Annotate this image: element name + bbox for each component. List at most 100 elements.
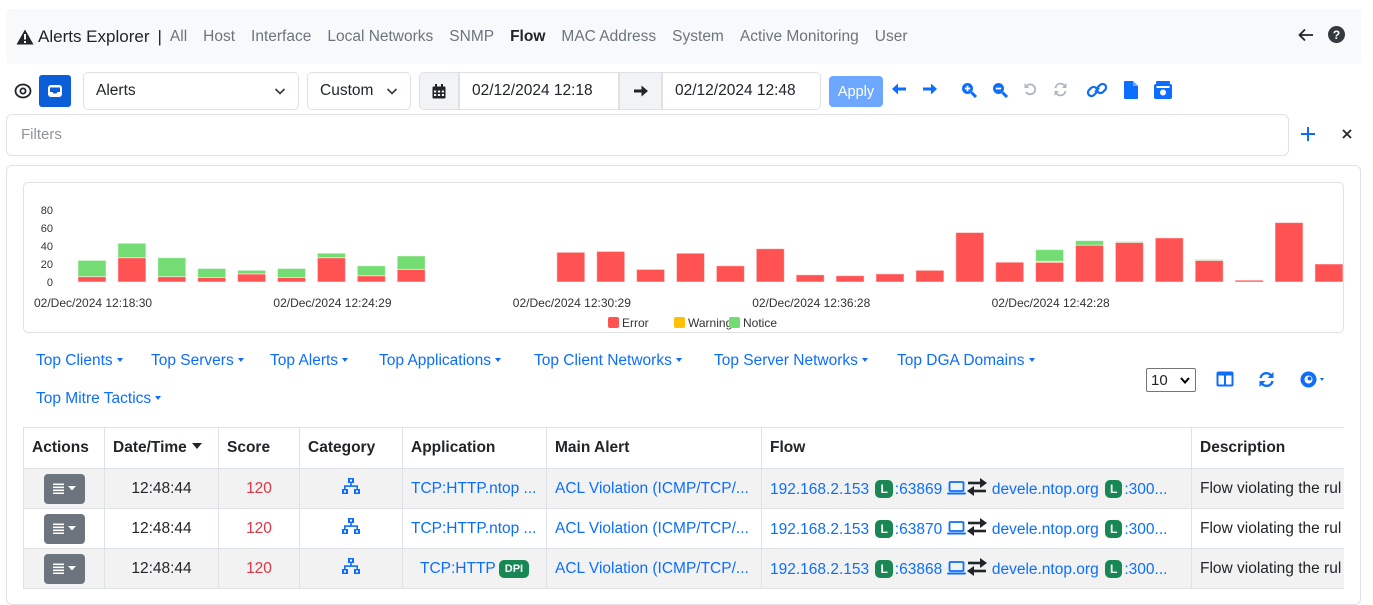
page-size-select[interactable]: 10 <box>1146 368 1196 392</box>
zoom-in-icon[interactable] <box>961 82 977 98</box>
bar-error[interactable] <box>237 273 267 283</box>
top-mitre-tactics-dropdown[interactable]: Top Mitre Tactics <box>36 390 162 408</box>
application-link[interactable]: TCP:HTTP.ntop ... <box>411 480 536 497</box>
main-alert-link[interactable]: ACL Violation (ICMP/TCP/... <box>555 480 749 497</box>
top-server-networks-dropdown[interactable]: Top Server Networks <box>714 352 868 370</box>
nav-link-active-monitoring[interactable]: Active Monitoring <box>740 28 859 46</box>
range-select[interactable]: Custom <box>307 72 411 110</box>
bar-notice[interactable] <box>1035 249 1065 262</box>
top-client-networks-dropdown[interactable]: Top Client Networks <box>534 352 682 370</box>
bar-error[interactable] <box>676 252 705 283</box>
column-header-application[interactable]: Application <box>402 427 547 469</box>
bar-error[interactable] <box>77 276 107 283</box>
bar-error[interactable] <box>1035 261 1065 283</box>
bar-error[interactable] <box>955 232 985 283</box>
date-to-input[interactable]: 02/12/2024 12:48 <box>662 72 821 110</box>
bar-error[interactable] <box>875 273 905 283</box>
bar-error[interactable] <box>1114 241 1144 283</box>
nav-link-host[interactable]: Host <box>203 28 235 46</box>
legend-item-notice[interactable]: Notice <box>729 316 777 330</box>
top-applications-dropdown[interactable]: Top Applications <box>379 352 502 370</box>
bar-error[interactable] <box>556 251 586 283</box>
network-category-icon[interactable] <box>342 558 360 574</box>
bar-error[interactable] <box>1194 259 1224 283</box>
date-from-input[interactable]: 02/12/2024 12:18 <box>459 72 619 110</box>
bar-notice[interactable] <box>277 268 306 278</box>
file-icon[interactable] <box>1124 81 1138 99</box>
bar-error[interactable] <box>795 274 825 283</box>
application-link[interactable]: TCP:HTTP.ntop ... <box>411 520 536 537</box>
nav-link-snmp[interactable]: SNMP <box>449 28 494 46</box>
flow-source-link[interactable]: 192.168.2.153 <box>770 521 869 538</box>
columns-icon[interactable] <box>1216 371 1234 387</box>
top-servers-dropdown[interactable]: Top Servers <box>151 352 244 370</box>
column-header-score[interactable]: Score <box>218 427 300 469</box>
view-select[interactable]: Alerts <box>83 72 299 110</box>
bar-notice[interactable] <box>157 257 187 278</box>
legend-item-warning[interactable]: Warning <box>674 316 732 330</box>
column-header-category[interactable]: Category <box>299 427 403 469</box>
flow-source-link[interactable]: 192.168.2.153 <box>770 561 869 578</box>
flow-source-link[interactable]: 192.168.2.153 <box>770 481 869 498</box>
flow-destination-link[interactable]: devele.ntop.org <box>992 521 1099 538</box>
legend-item-error[interactable]: Error <box>608 316 649 330</box>
arrow-right-icon[interactable] <box>922 82 938 96</box>
bar-notice[interactable] <box>237 269 267 275</box>
bar-error[interactable] <box>356 275 386 283</box>
arrow-left-icon[interactable] <box>891 82 907 96</box>
bar-error[interactable] <box>197 277 227 283</box>
filters-input[interactable]: Filters <box>6 114 1289 156</box>
nav-link-interface[interactable]: Interface <box>251 28 311 46</box>
link-icon[interactable] <box>1086 81 1108 99</box>
bar-error[interactable] <box>316 257 346 283</box>
bar-error[interactable] <box>596 250 626 283</box>
calendar-button[interactable] <box>419 72 459 110</box>
refresh-icon[interactable] <box>1053 82 1068 97</box>
application-link[interactable]: TCP:HTTP <box>420 560 496 577</box>
bar-notice[interactable] <box>356 265 386 277</box>
bar-error[interactable] <box>636 268 666 283</box>
eye-icon[interactable] <box>14 83 32 99</box>
flow-destination-port[interactable]: :300... <box>1124 521 1167 538</box>
top-alerts-dropdown[interactable]: Top Alerts <box>270 352 349 370</box>
nav-link-all[interactable]: All <box>170 28 187 46</box>
network-category-icon[interactable] <box>342 478 360 494</box>
bar-error[interactable] <box>1234 279 1264 283</box>
bar-error[interactable] <box>396 268 426 283</box>
bar-notice[interactable] <box>396 255 426 270</box>
bar-error[interactable] <box>1274 222 1304 283</box>
flow-destination-link[interactable]: devele.ntop.org <box>992 561 1099 578</box>
bar-notice[interactable] <box>1075 240 1104 246</box>
help-icon[interactable]: ? <box>1328 26 1345 43</box>
bar-notice[interactable] <box>197 268 227 278</box>
add-filter-icon[interactable] <box>1299 125 1317 143</box>
reload-icon[interactable] <box>1258 371 1275 388</box>
bar-error[interactable] <box>1154 237 1184 283</box>
back-arrow-icon[interactable] <box>1298 28 1314 42</box>
clear-filters-icon[interactable] <box>1341 128 1353 140</box>
main-alert-link[interactable]: ACL Violation (ICMP/TCP/... <box>555 560 749 577</box>
bar-error[interactable] <box>1075 244 1104 283</box>
column-header-description[interactable]: Description <box>1191 427 1344 469</box>
bar-error[interactable] <box>117 257 147 283</box>
bar-error[interactable] <box>715 265 745 283</box>
bar-error[interactable] <box>755 248 785 283</box>
inbox-button[interactable] <box>39 75 71 107</box>
bar-error[interactable] <box>835 275 865 283</box>
flow-destination-link[interactable]: devele.ntop.org <box>992 481 1099 498</box>
top-dga-domains-dropdown[interactable]: Top DGA Domains <box>897 352 1035 370</box>
bar-error[interactable] <box>277 277 306 283</box>
eye-dropdown-icon[interactable] <box>1300 371 1332 388</box>
bar-notice[interactable] <box>1194 259 1224 261</box>
bar-notice[interactable] <box>316 252 346 259</box>
nav-link-mac-address[interactable]: MAC Address <box>561 28 656 46</box>
nav-link-system[interactable]: System <box>672 28 724 46</box>
nav-link-local-networks[interactable]: Local Networks <box>327 28 433 46</box>
top-clients-dropdown[interactable]: Top Clients <box>36 352 123 370</box>
snapshot-icon[interactable] <box>1154 81 1172 99</box>
nav-link-flow[interactable]: Flow <box>510 28 545 46</box>
zoom-out-icon[interactable] <box>992 82 1008 98</box>
flow-source-port[interactable]: :63869 <box>895 481 942 498</box>
row-actions-button[interactable] <box>43 553 85 584</box>
flow-source-port[interactable]: :63868 <box>895 561 942 578</box>
